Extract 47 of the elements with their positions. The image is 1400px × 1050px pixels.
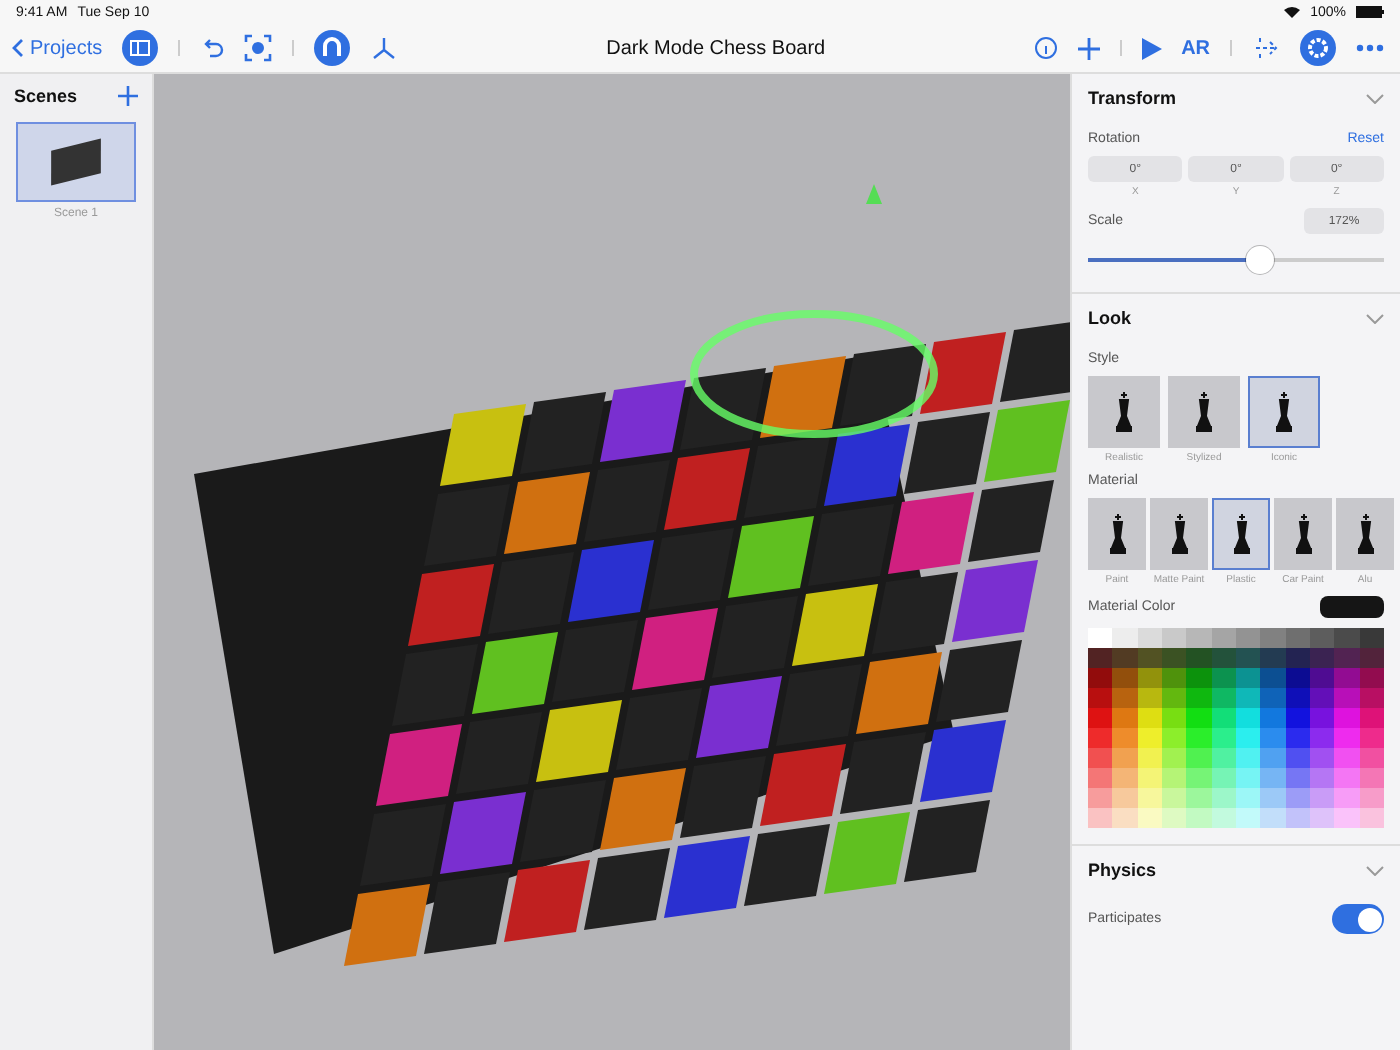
chess-king-icon [1355, 514, 1375, 554]
ar-button[interactable]: AR [1181, 37, 1211, 59]
scene-thumbnail[interactable] [16, 122, 136, 202]
material-option[interactable] [1150, 498, 1208, 570]
dashed-arrow-icon[interactable] [1252, 36, 1281, 60]
chess-king-icon [1274, 392, 1294, 432]
document-title: Dark Mode Chess Board [606, 37, 826, 59]
chevron-down-icon[interactable] [1366, 865, 1384, 875]
frame-focus-icon[interactable] [244, 34, 273, 62]
chess-king-icon [1293, 514, 1313, 554]
play-icon[interactable] [1141, 37, 1162, 59]
chess-king-icon [1107, 514, 1127, 554]
chevron-down-icon[interactable] [1366, 93, 1384, 103]
chess-king-icon [1231, 514, 1251, 554]
chess-king-icon [1194, 392, 1214, 432]
physics-header: Physics [1088, 860, 1157, 880]
chess-king-icon [1169, 514, 1189, 554]
wifi-icon [1284, 6, 1301, 18]
settings-icon[interactable] [1300, 30, 1337, 66]
undo-icon[interactable] [200, 36, 225, 60]
back-button[interactable]: Projects [12, 37, 103, 59]
material-option[interactable] [1212, 498, 1270, 570]
chevron-left-icon [12, 38, 24, 58]
material-option[interactable] [1088, 498, 1146, 570]
magnet-icon[interactable] [314, 30, 351, 66]
color-swatch[interactable] [1320, 596, 1384, 618]
scale-slider[interactable] [1088, 244, 1384, 276]
sidebar-toggle-icon[interactable] [122, 30, 159, 66]
material-option[interactable] [1336, 498, 1394, 570]
style-option[interactable] [1248, 376, 1320, 448]
chevron-down-icon[interactable] [1366, 313, 1384, 323]
color-palette[interactable] [1088, 628, 1384, 828]
add-scene-icon[interactable] [118, 86, 138, 106]
transform-header: Transform [1088, 88, 1177, 108]
more-icon[interactable] [1356, 44, 1385, 52]
participates-toggle[interactable] [1332, 904, 1384, 934]
battery-icon [1356, 6, 1384, 18]
add-icon[interactable] [1077, 37, 1100, 59]
axes-icon[interactable] [370, 36, 399, 60]
material-option[interactable] [1274, 498, 1332, 570]
scenes-title: Scenes [14, 86, 78, 106]
style-option[interactable] [1088, 376, 1160, 448]
look-header: Look [1088, 308, 1131, 328]
slider-thumb[interactable] [1245, 246, 1274, 274]
style-option[interactable] [1168, 376, 1240, 448]
info-icon[interactable] [1033, 36, 1058, 60]
chess-king-icon [1114, 392, 1134, 432]
